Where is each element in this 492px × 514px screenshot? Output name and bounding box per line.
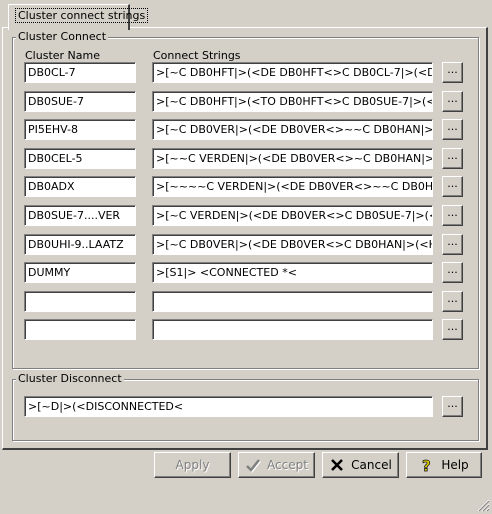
cancel-button-label: Cancel [351,458,392,472]
connect-string-browse-button[interactable]: ... [442,319,463,341]
connect-string-input[interactable]: >[~~~~C VERDEN|>(<DE DB0VER<>~~C DB0HAN|… [152,176,433,198]
connect-string-input[interactable]: >[S1|> <CONNECTED *< [152,262,433,284]
tab-cluster-connect-strings[interactable]: Cluster connect strings [8,4,149,30]
connect-string-input[interactable]: >[~~C VERDEN|>(<DE DB0VER<>~C DB0HAN|>(<… [152,147,433,169]
svg-text:?: ? [422,457,431,473]
checkmark-icon [246,459,262,473]
connect-string-input[interactable]: >[~C DB0VER|>(<DE DB0VER<>~~C DB0HAN|>(<… [152,119,433,141]
connect-string-input[interactable]: >[~C DB0VER|>(<DE DB0VER<>C DB0HAN|>(<HA… [152,233,433,255]
accept-button[interactable]: Accept [238,452,315,478]
cluster-disconnect-legend: Cluster Disconnect [16,372,124,385]
tab-label: Cluster connect strings [15,8,149,23]
cluster-name-input[interactable]: PI5EHV-8 [24,119,136,141]
help-button[interactable]: ? Help [406,452,482,478]
resize-grip-icon[interactable] [477,499,490,512]
cancel-button[interactable]: Cancel [322,452,399,478]
connect-string-input[interactable] [152,290,433,312]
connect-string-input[interactable]: >[~C DB0HFT|>(<TO DB0HFT<>C DB0SUE-7|>(<… [152,90,433,112]
disconnect-browse-button[interactable]: ... [442,396,463,417]
cluster-name-input[interactable]: DB0SUE-7....VER [24,205,136,226]
cluster-name-input[interactable]: DB0SUE-7 [24,90,136,112]
apply-button[interactable]: Apply [154,452,231,478]
help-button-label: Help [441,458,469,472]
apply-button-label: Apply [175,458,210,472]
accept-button-label: Accept [267,458,308,472]
connect-string-browse-button[interactable]: ... [442,262,463,284]
connect-string-browse-button[interactable]: ... [442,90,463,112]
disconnect-string-input[interactable]: >[~D|>(<DISCONNECTED< [24,396,433,417]
connect-string-input[interactable] [152,319,433,341]
question-mark-icon: ? [422,457,431,473]
connect-string-browse-button[interactable]: ... [442,119,463,141]
connect-string-input[interactable]: >[~C DB0HFT|>(<DE DB0HFT<>C DB0CL-7|>(<D… [152,62,433,83]
close-x-icon [331,459,344,471]
connect-string-input[interactable]: >[~C VERDEN|>(<DE DB0VER<>C DB0SUE-7|>(<… [152,205,433,226]
connect-string-browse-button[interactable]: ... [442,62,463,83]
cluster-name-input[interactable]: DUMMY [24,262,136,284]
cluster-name-header: Cluster Name [25,49,100,62]
connect-string-browse-button[interactable]: ... [442,205,463,226]
connect-string-browse-button[interactable]: ... [442,176,463,198]
connect-string-browse-button[interactable]: ... [442,233,463,255]
cluster-name-input[interactable]: DB0UHI-9..LAATZ [24,233,136,255]
connect-string-browse-button[interactable]: ... [442,290,463,312]
cluster-connect-legend: Cluster Connect [16,30,109,43]
cluster-name-input[interactable]: DB0CL-7 [24,62,136,83]
cluster-name-input[interactable]: DB0ADX [24,176,136,198]
connect-strings-header: Connect Strings [153,49,241,62]
cluster-name-input[interactable]: DB0CEL-5 [24,147,136,169]
cluster-name-input[interactable] [24,290,136,312]
cluster-name-input[interactable] [24,319,136,341]
connect-string-browse-button[interactable]: ... [442,147,463,169]
